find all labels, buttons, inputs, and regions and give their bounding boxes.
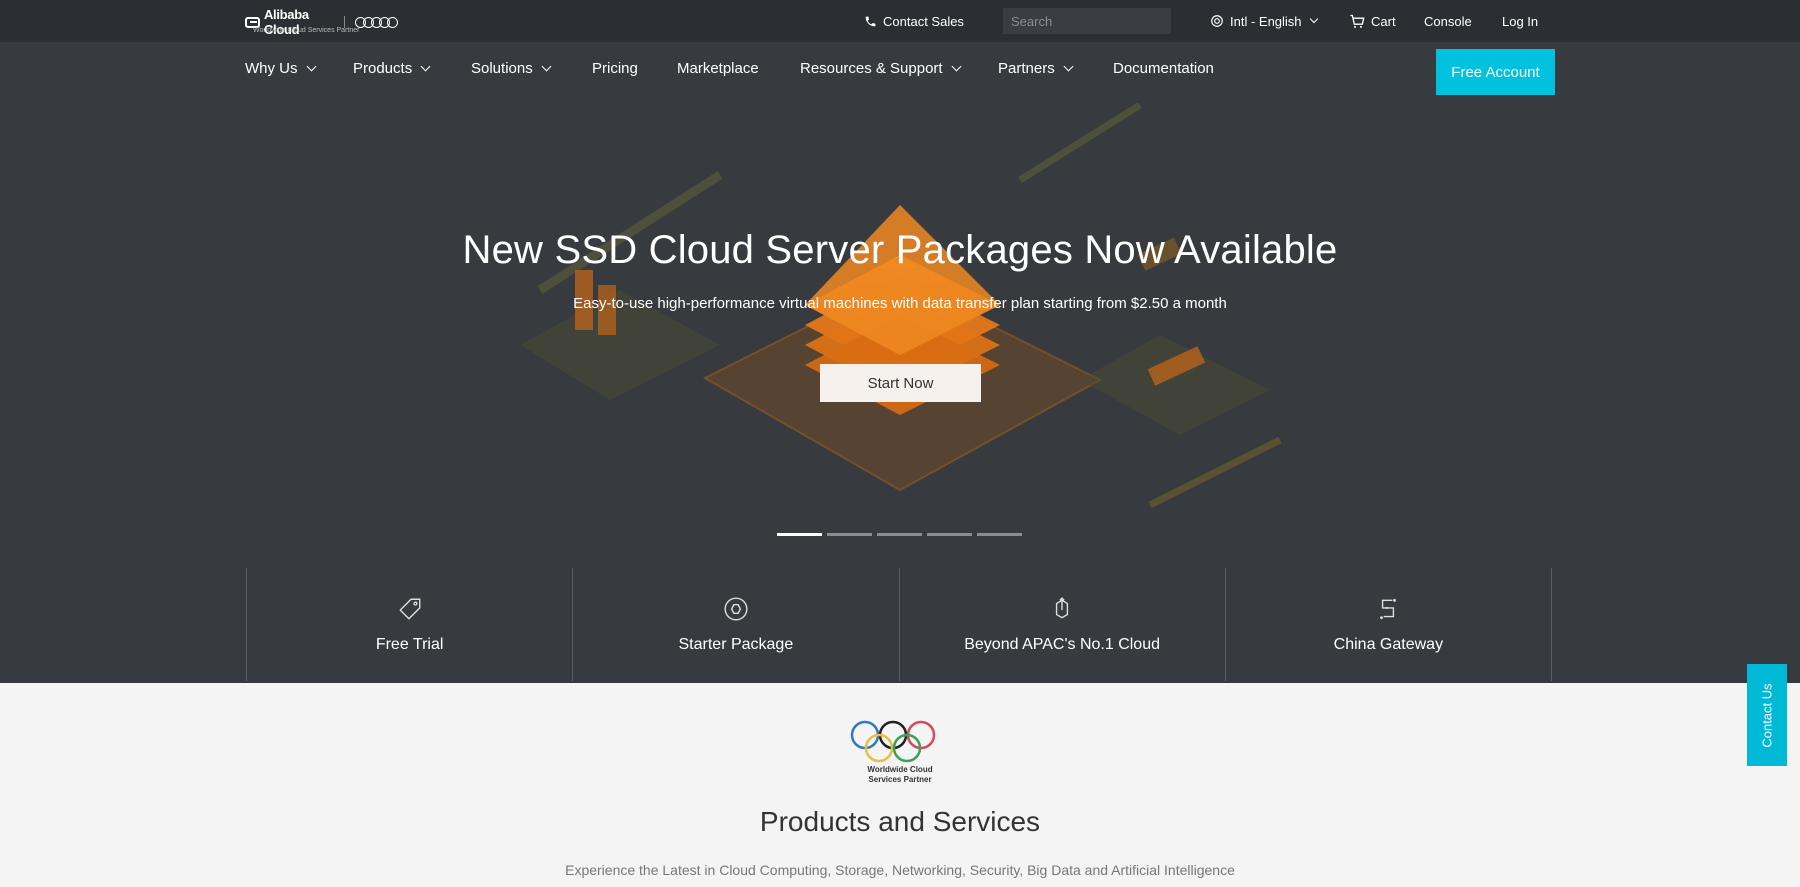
language-label: Intl - English <box>1230 13 1302 29</box>
nav-item-documentation[interactable]: Documentation <box>1113 42 1214 95</box>
start-now-button[interactable]: Start Now <box>820 364 981 402</box>
chevron-down-icon <box>541 61 552 72</box>
carousel-indicators <box>777 533 1022 536</box>
language-selector[interactable]: Intl - English <box>1210 0 1318 42</box>
feature-label: Beyond APAC's No.1 Cloud <box>964 635 1160 653</box>
feature-free-trial[interactable]: Free Trial <box>246 568 572 681</box>
carousel-dot-1[interactable] <box>777 533 822 536</box>
tag-icon <box>398 598 421 620</box>
alibaba-logo-icon <box>245 16 260 28</box>
feature-label: China Gateway <box>1333 635 1444 653</box>
globe-icon <box>1211 15 1223 27</box>
nav-label: Resources & Support <box>800 60 943 77</box>
contact-sales-label: Contact Sales <box>883 13 964 29</box>
nav-item-resources-support[interactable]: Resources & Support <box>800 42 962 95</box>
nav-item-pricing[interactable]: Pricing <box>592 42 638 95</box>
nav-item-marketplace[interactable]: Marketplace <box>677 42 759 95</box>
free-account-button[interactable]: Free Account <box>1436 49 1555 95</box>
carousel-dot-4[interactable] <box>927 533 972 536</box>
upload-icon <box>1056 596 1069 618</box>
nav-label: Solutions <box>471 60 533 77</box>
search-input[interactable] <box>1011 13 1187 29</box>
carousel-dot-2[interactable] <box>827 533 872 536</box>
contact-sales-link[interactable]: Contact Sales <box>864 0 964 42</box>
chevron-down-icon <box>1063 61 1074 72</box>
contact-us-tab[interactable]: Contact Us <box>1747 664 1787 766</box>
console-link[interactable]: Console <box>1424 0 1472 42</box>
cart-link[interactable]: Cart <box>1349 0 1396 42</box>
console-label: Console <box>1424 13 1472 29</box>
partner-line-1: Worldwide Cloud <box>867 765 933 774</box>
carousel-dot-3[interactable] <box>877 533 922 536</box>
chevron-down-icon <box>1309 14 1318 24</box>
nav-label: Why Us <box>245 60 298 77</box>
nav-item-partners[interactable]: Partners <box>998 42 1074 95</box>
feature-starter-package[interactable]: Starter Package <box>572 568 898 681</box>
nav-label: Partners <box>998 60 1055 77</box>
cart-label: Cart <box>1371 13 1396 29</box>
nav-label: Marketplace <box>677 60 759 77</box>
chevron-down-icon <box>420 61 431 72</box>
nav-item-products[interactable]: Products <box>353 42 431 95</box>
feature-strip: Free Trial Starter Package Beyond APAC's… <box>246 568 1552 681</box>
chevron-down-icon <box>306 61 316 72</box>
nav-label: Products <box>353 60 413 77</box>
nav-item-why-us[interactable]: Why Us <box>245 42 316 95</box>
nav-label: Pricing <box>592 60 638 77</box>
login-link[interactable]: Log In <box>1502 0 1538 42</box>
nav-item-solutions[interactable]: Solutions <box>471 42 552 95</box>
logo-tagline: Worldwide Cloud Services Partner <box>253 27 360 34</box>
contact-us-label: Contact Us <box>1759 682 1775 748</box>
alibaba-cloud-logo[interactable]: Alibaba Cloud Worldwide Cloud Services P… <box>245 7 398 37</box>
feature-label: Free Trial <box>375 635 444 653</box>
section-title: Products and Services <box>759 806 1041 837</box>
section-subtitle: Experience the Latest in Cloud Computing… <box>565 862 1235 878</box>
package-icon <box>724 596 748 621</box>
carousel-dot-5[interactable] <box>977 533 1022 536</box>
chevron-down-icon <box>951 61 962 72</box>
phone-icon <box>865 16 876 26</box>
top-bar: Alibaba Cloud Worldwide Cloud Services P… <box>0 0 1800 42</box>
products-section: Worldwide Cloud Services Partner Product… <box>0 683 1800 887</box>
partner-line-2: Services Partner <box>868 775 932 784</box>
feature-beyond-apac[interactable]: Beyond APAC's No.1 Cloud <box>898 568 1225 681</box>
search-box[interactable] <box>1003 8 1187 34</box>
hero-subtitle: Easy-to-use high-performance virtual mac… <box>573 295 1227 312</box>
partner-label: Worldwide Cloud Services Partner <box>830 765 970 785</box>
olympic-rings-icon <box>355 16 398 28</box>
login-label: Log In <box>1502 13 1539 29</box>
nav-label: Documentation <box>1113 60 1214 77</box>
cart-icon <box>1350 14 1365 28</box>
hero-title: New SSD Cloud Server Packages Now Availa… <box>462 228 1338 272</box>
gateway-icon <box>1380 598 1397 619</box>
feature-china-gateway[interactable]: China Gateway <box>1224 568 1552 681</box>
feature-label: Starter Package <box>678 635 794 653</box>
